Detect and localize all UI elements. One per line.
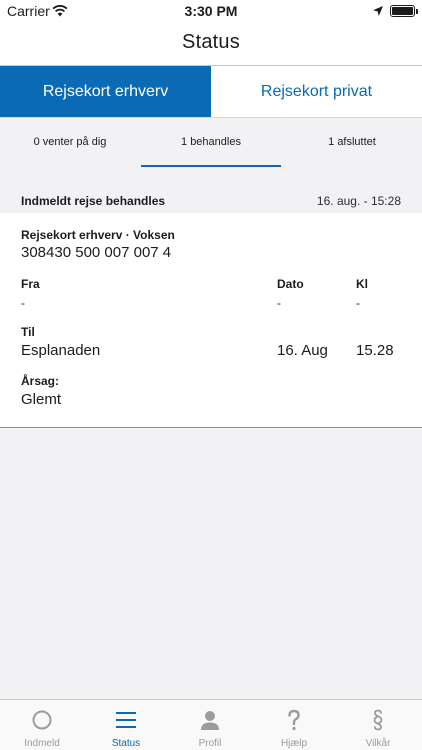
tab-vilkaar[interactable]: Vilkår bbox=[336, 700, 420, 750]
trip-timestamp: 16. aug. - 15:28 bbox=[316, 194, 401, 208]
tab-label: Vilkår bbox=[365, 738, 391, 749]
tab-indmeld[interactable]: Indmeld bbox=[0, 700, 84, 750]
subtab-venter[interactable]: 0 venter på dig bbox=[0, 136, 140, 148]
tab-hjaelp[interactable]: Hjælp bbox=[252, 700, 336, 750]
tab-status[interactable]: Status bbox=[84, 700, 168, 750]
tab-bar: Indmeld Status Profil Hjælp Vilkår bbox=[0, 699, 422, 750]
aarsag-value: Glemt bbox=[21, 391, 62, 408]
status-subtabs: 0 venter på dig 1 behandles 1 afsluttet bbox=[0, 117, 422, 167]
paragraph-icon bbox=[373, 709, 383, 731]
til-dato-value: 16. Aug bbox=[277, 342, 328, 359]
til-value: Esplanaden bbox=[21, 342, 101, 359]
subtab-afsluttet[interactable]: 1 afsluttet bbox=[282, 136, 422, 148]
kl-label: Kl bbox=[356, 277, 368, 291]
fra-value: - bbox=[21, 296, 25, 310]
tab-label: Status bbox=[111, 738, 141, 749]
person-icon bbox=[201, 711, 219, 730]
aarsag-label: Årsag: bbox=[21, 374, 60, 388]
segment-rejsekort-privat[interactable]: Rejsekort privat bbox=[211, 66, 422, 117]
trip-card-header: Indmeldt rejse behandles 16. aug. - 15:2… bbox=[0, 187, 422, 213]
list-icon bbox=[116, 712, 136, 728]
card-type-segmented-control: Rejsekort erhverv Rejsekort privat bbox=[0, 66, 422, 117]
page-title: Status bbox=[182, 31, 240, 53]
clock: 3:30 PM bbox=[184, 3, 238, 19]
subtab-behandles[interactable]: 1 behandles bbox=[141, 136, 281, 148]
fra-dato-value: - bbox=[277, 296, 281, 310]
active-subtab-indicator bbox=[141, 165, 281, 167]
til-label: Til bbox=[21, 325, 35, 339]
til-kl-value: 15.28 bbox=[356, 342, 394, 359]
fra-label: Fra bbox=[21, 277, 40, 291]
dato-label: Dato bbox=[277, 277, 304, 291]
card-number: 308430 500 007 007 4 bbox=[21, 244, 172, 261]
circle-icon bbox=[32, 710, 52, 730]
segment-rejsekort-erhverv[interactable]: Rejsekort erhverv bbox=[0, 66, 211, 117]
tab-label: Profil bbox=[198, 738, 222, 749]
tab-label: Hjælp bbox=[280, 738, 308, 749]
fra-kl-value: - bbox=[356, 296, 360, 310]
status-bar: Carrier 3:30 PM bbox=[0, 0, 422, 22]
question-icon bbox=[288, 709, 300, 731]
trip-card[interactable]: Rejsekort erhverv · Voksen 308430 500 00… bbox=[0, 213, 422, 428]
tab-label: Indmeld bbox=[24, 738, 60, 749]
tab-profil[interactable]: Profil bbox=[168, 700, 252, 750]
battery-icon bbox=[390, 5, 418, 17]
trip-status-title: Indmeldt rejse behandles bbox=[21, 194, 166, 208]
location-arrow-icon bbox=[373, 6, 383, 16]
card-type-label: Rejsekort erhverv · Voksen bbox=[21, 228, 175, 242]
navigation-bar: Status bbox=[0, 22, 422, 66]
